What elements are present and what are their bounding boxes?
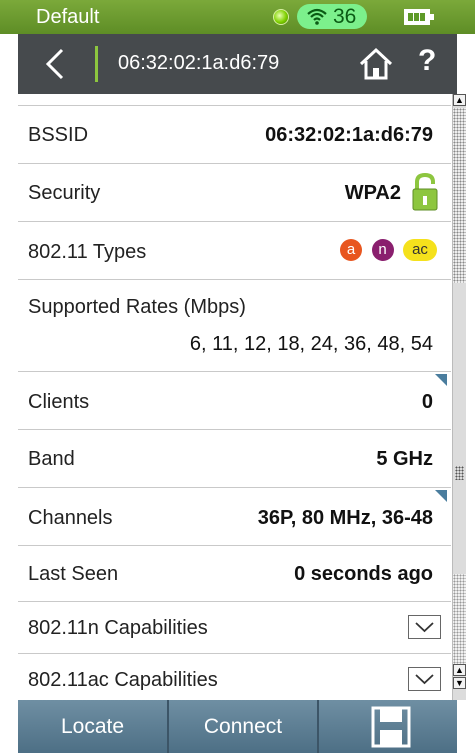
- rates-value: 6, 11, 12, 18, 24, 36, 48, 54: [189, 333, 433, 355]
- type-n-badge: n: [371, 239, 394, 261]
- chevron-left-icon: [45, 48, 64, 80]
- scrollbar-track-lower: [453, 574, 466, 674]
- scroll-up-arrow-icon[interactable]: ▲: [453, 94, 466, 106]
- security-row: Security WPA2: [18, 164, 451, 222]
- clients-value: 0: [421, 391, 433, 413]
- header-divider: [95, 46, 98, 82]
- clients-row[interactable]: Clients 0: [18, 372, 451, 430]
- scrollbar-thumb-grip[interactable]: [455, 466, 464, 480]
- n-capabilities-expand-button[interactable]: [408, 615, 441, 639]
- security-label: Security: [28, 182, 101, 204]
- types-row: 802.11 Types a n ac: [18, 222, 451, 280]
- bottom-toolbar: Locate Connect: [18, 700, 457, 753]
- ac-capabilities-row[interactable]: 802.11ac Capabilities: [18, 654, 451, 700]
- n-capabilities-row[interactable]: 802.11n Capabilities: [18, 602, 451, 654]
- locate-button[interactable]: Locate: [18, 700, 167, 753]
- scrollbar-track-upper: [453, 108, 466, 283]
- scrollbar[interactable]: ▲ ▲ ▼: [452, 94, 466, 700]
- band-label: Band: [28, 448, 75, 470]
- last-seen-label: Last Seen: [28, 563, 119, 585]
- band-row: Band 5 GHz: [18, 430, 451, 488]
- channels-value: 36P, 80 MHz, 36-48: [257, 507, 433, 529]
- locate-label: Locate: [60, 715, 125, 738]
- connect-label: Connect: [203, 715, 283, 738]
- type-a-badge: a: [340, 239, 363, 261]
- n-capabilities-label: 802.11n Capabilities: [28, 617, 208, 639]
- types-chips: a n ac: [340, 239, 437, 261]
- status-bar: Default 36: [0, 0, 475, 34]
- ac-capabilities-label: 802.11ac Capabilities: [28, 669, 218, 691]
- rates-row: Supported Rates (Mbps) 6, 11, 12, 18, 24…: [18, 280, 451, 372]
- wifi-icon: [307, 8, 327, 25]
- chevron-down-icon: [415, 622, 434, 633]
- details-list[interactable]: BSSID 06:32:02:1a:d6:79 Security WPA2 80…: [18, 94, 451, 700]
- lock-icon: [412, 172, 438, 211]
- list-top-edge: [18, 94, 451, 106]
- channels-row[interactable]: Channels 36P, 80 MHz, 36-48: [18, 488, 451, 546]
- page-title: 06:32:02:1a:d6:79: [118, 52, 280, 74]
- back-button[interactable]: [40, 48, 70, 80]
- ac-capabilities-expand-button[interactable]: [408, 667, 441, 691]
- save-icon: [371, 706, 411, 748]
- bssid-value: 06:32:02:1a:d6:79: [265, 124, 433, 146]
- scroll-down-arrow-icon[interactable]: ▼: [453, 677, 466, 689]
- more-info-flag-icon: [435, 374, 447, 386]
- bssid-row: BSSID 06:32:02:1a:d6:79: [18, 106, 451, 164]
- channels-label: Channels: [28, 507, 113, 529]
- security-value: WPA2: [344, 182, 401, 204]
- connect-button[interactable]: Connect: [169, 700, 317, 753]
- rates-label: Supported Rates (Mbps): [28, 296, 246, 318]
- types-label: 802.11 Types: [28, 241, 147, 263]
- wifi-count: 36: [333, 5, 357, 28]
- battery-icon: [404, 9, 434, 25]
- activity-indicator-icon: [273, 9, 289, 25]
- home-icon: [359, 47, 393, 80]
- profile-name: Default: [36, 6, 100, 28]
- last-seen-row: Last Seen 0 seconds ago: [18, 546, 451, 602]
- bssid-label: BSSID: [28, 124, 89, 146]
- save-button[interactable]: [319, 700, 457, 753]
- clients-label: Clients: [28, 391, 90, 413]
- help-button[interactable]: ?: [418, 44, 436, 78]
- chevron-down-icon: [415, 674, 434, 685]
- type-ac-badge: ac: [403, 239, 437, 261]
- last-seen-value: 0 seconds ago: [294, 563, 433, 585]
- scroll-up-arrow-icon[interactable]: ▲: [453, 664, 466, 676]
- home-button[interactable]: [358, 46, 394, 82]
- band-value: 5 GHz: [376, 448, 433, 470]
- wifi-network-count[interactable]: 36: [297, 4, 367, 29]
- more-info-flag-icon: [435, 490, 447, 502]
- header-bar: 06:32:02:1a:d6:79 ?: [18, 34, 457, 94]
